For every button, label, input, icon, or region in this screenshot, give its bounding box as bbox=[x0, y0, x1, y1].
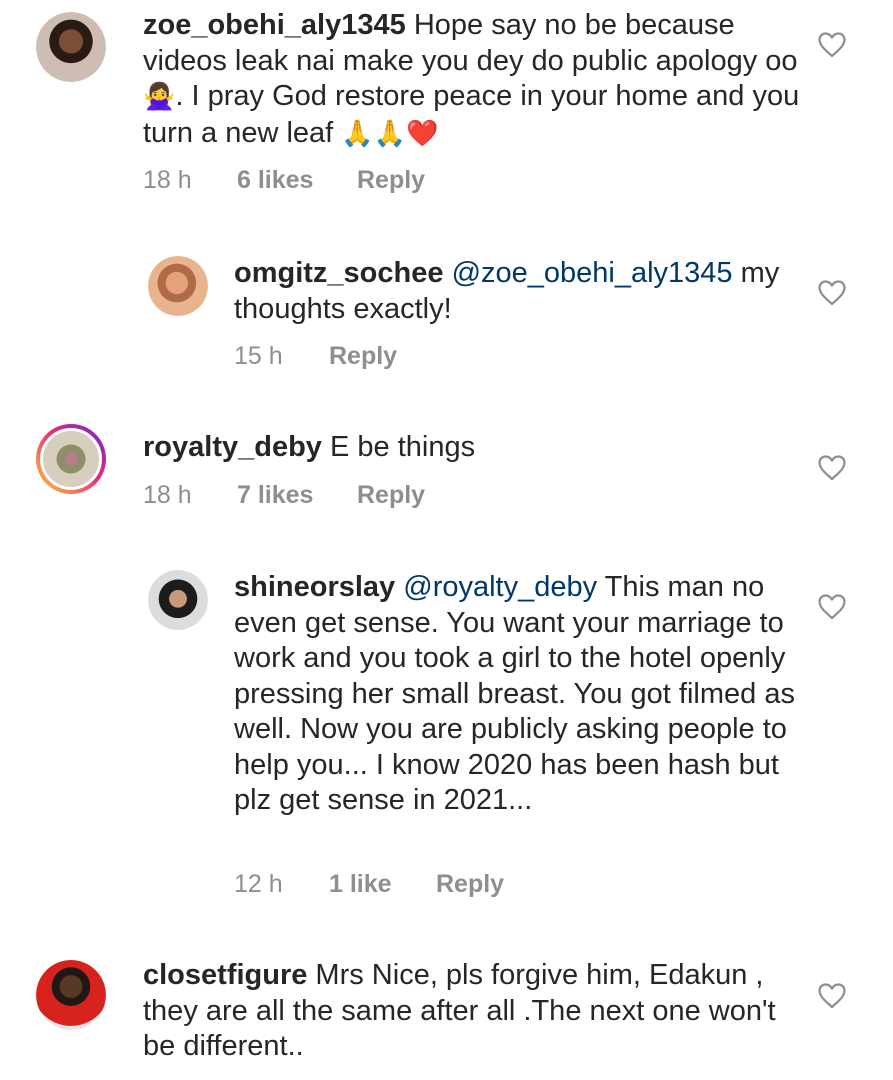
heart-icon[interactable] bbox=[818, 983, 846, 1009]
heart-icon[interactable] bbox=[818, 455, 846, 481]
comment-meta: 18 h 6 likes Reply bbox=[143, 166, 425, 195]
reply-button[interactable]: Reply bbox=[357, 481, 425, 510]
likes-count[interactable]: 1 like bbox=[329, 870, 436, 899]
reply-button[interactable]: Reply bbox=[329, 342, 397, 371]
timestamp: 15 h bbox=[234, 342, 283, 370]
comment-meta: 15 h Reply bbox=[234, 342, 397, 371]
username-link[interactable]: zoe_obehi_aly1345 bbox=[143, 9, 406, 41]
reply-button[interactable]: Reply bbox=[436, 870, 504, 899]
comment-text: E be things bbox=[321, 431, 476, 463]
username-link[interactable]: closetfigure bbox=[143, 959, 307, 991]
comment-meta: 18 h 7 likes Reply bbox=[143, 481, 425, 510]
comment-body: omgitz_sochee @zoe_obehi_aly1345 my thou… bbox=[234, 256, 804, 327]
avatar-story-ring[interactable] bbox=[36, 424, 106, 494]
timestamp: 18 h bbox=[143, 481, 192, 509]
emoji: 🙅‍♀️ bbox=[143, 82, 176, 112]
comment-meta: 12 h 1 like Reply bbox=[234, 870, 504, 899]
comment-text: This man no even get sense. You want you… bbox=[234, 571, 795, 816]
timestamp: 18 h bbox=[143, 166, 192, 194]
comment-text: . I pray God restore peace in your home … bbox=[143, 80, 800, 149]
avatar[interactable] bbox=[148, 570, 208, 630]
timestamp: 12 h bbox=[234, 870, 283, 898]
mention-link[interactable]: @royalty_deby bbox=[403, 571, 597, 603]
avatar[interactable] bbox=[148, 256, 208, 316]
heart-icon[interactable] bbox=[818, 32, 846, 58]
username-link[interactable]: shineorslay bbox=[234, 571, 395, 603]
comment-body: closetfigure Mrs Nice, pls forgive him, … bbox=[143, 958, 803, 1065]
heart-icon[interactable] bbox=[818, 280, 846, 306]
emoji: 🙏🙏❤️ bbox=[341, 118, 439, 149]
username-link[interactable]: royalty_deby bbox=[143, 431, 322, 463]
comment-body: shineorslay @royalty_deby This man no ev… bbox=[234, 570, 804, 819]
likes-count[interactable]: 6 likes bbox=[237, 166, 357, 195]
reply-button[interactable]: Reply bbox=[357, 166, 425, 195]
avatar[interactable] bbox=[36, 12, 106, 82]
comment-body: zoe_obehi_aly1345 Hope say no be because… bbox=[143, 8, 803, 152]
heart-icon[interactable] bbox=[818, 594, 846, 620]
likes-count[interactable]: 7 likes bbox=[237, 481, 357, 510]
username-link[interactable]: omgitz_sochee bbox=[234, 257, 444, 289]
mention-link[interactable]: @zoe_obehi_aly1345 bbox=[452, 257, 733, 289]
comment-body: royalty_deby E be things bbox=[143, 430, 803, 466]
avatar[interactable] bbox=[36, 960, 106, 1030]
